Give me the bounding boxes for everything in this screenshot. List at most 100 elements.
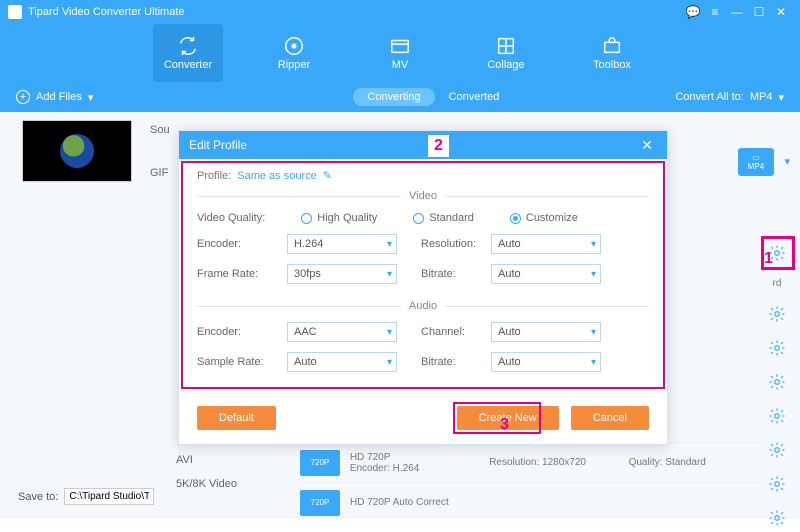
sub-toolbar: + Add Files ▾ Converting Converted Conve… — [0, 82, 800, 112]
dialog-footer: Default Create New Cancel — [179, 396, 667, 444]
tab-mv[interactable]: MV — [365, 24, 435, 82]
channel-select[interactable]: Auto — [491, 322, 601, 342]
tab-ripper[interactable]: Ripper — [259, 24, 329, 82]
dialog-title: Edit Profile — [189, 138, 247, 152]
gear-icon[interactable] — [768, 407, 786, 425]
plus-icon: + — [16, 90, 30, 104]
maximize-button[interactable]: ☐ — [748, 3, 770, 21]
source-label: Sou — [150, 124, 170, 136]
gear-icon[interactable] — [768, 373, 786, 391]
feedback-icon[interactable]: 💬 — [682, 3, 704, 21]
rd-suffix: rd — [773, 278, 782, 289]
tab-toolbox[interactable]: Toolbox — [577, 24, 647, 82]
preset-row[interactable]: 720P HD 720PEncoder: H.264 Resolution: 1… — [300, 442, 758, 482]
radio-customize[interactable]: Customize — [510, 212, 578, 224]
radio-standard[interactable]: Standard — [413, 212, 474, 224]
gear-icon[interactable] — [768, 305, 786, 323]
tab-converting[interactable]: Converting — [353, 88, 434, 106]
cancel-button[interactable]: Cancel — [571, 406, 649, 430]
radio-high-quality[interactable]: High Quality — [301, 212, 377, 224]
default-button[interactable]: Default — [197, 406, 276, 430]
profile-row: Profile: Same as source ✎ — [197, 169, 649, 182]
convert-all-label: Convert All to: — [675, 91, 743, 103]
samplerate-select[interactable]: Auto — [287, 352, 397, 372]
annotation-1: 1 — [764, 250, 773, 268]
resolution-select[interactable]: Auto — [491, 234, 601, 254]
edit-name-icon[interactable]: ✎ — [323, 169, 332, 182]
gear-column: rd — [768, 244, 786, 527]
collage-icon — [495, 35, 517, 57]
bitrate-label: Bitrate: — [421, 268, 491, 280]
preset-title: HD 720P Auto Correct — [350, 497, 480, 508]
encoder-label: Encoder: — [197, 326, 287, 338]
category-avi[interactable]: AVI — [166, 448, 296, 472]
app-logo-icon — [8, 5, 22, 19]
gear-icon[interactable] — [768, 509, 786, 527]
close-button[interactable]: ✕ — [770, 3, 792, 21]
film-icon: ▭ — [752, 153, 760, 162]
preset-resolution: Resolution: 1280x720 — [489, 457, 618, 468]
toolbox-icon — [601, 35, 623, 57]
video-bitrate-select[interactable]: Auto — [491, 264, 601, 284]
annotation-2: 2 — [428, 135, 449, 157]
save-to-row: Save to: — [18, 488, 154, 505]
preset-quality: Quality: Standard — [629, 457, 758, 468]
minimize-button[interactable]: — — [726, 3, 748, 21]
preset-row[interactable]: 720P HD 720P Auto Correct — [300, 482, 758, 522]
save-to-input[interactable] — [64, 488, 154, 505]
gear-icon[interactable] — [768, 441, 786, 459]
gear-icon[interactable] — [768, 339, 786, 357]
title-bar: Tipard Video Converter Ultimate 💬 ≡ — ☐ … — [0, 0, 800, 24]
resolution-label: Resolution: — [421, 238, 491, 250]
audio-bitrate-select[interactable]: Auto — [491, 352, 601, 372]
add-files-label: Add Files — [36, 91, 82, 103]
category-list: AVI 5K/8K Video — [166, 448, 296, 496]
save-to-label: Save to: — [18, 491, 58, 503]
dialog-header: Edit Profile ✕ — [179, 131, 667, 159]
add-files-button[interactable]: + Add Files ▾ — [16, 90, 93, 104]
audio-encoder-select[interactable]: AAC — [287, 322, 397, 342]
profile-value: Same as source — [237, 170, 316, 182]
chevron-down-icon: ▾ — [88, 91, 94, 104]
video-thumbnail[interactable] — [22, 120, 132, 182]
tab-collage[interactable]: Collage — [471, 24, 541, 82]
channel-label: Channel: — [421, 326, 491, 338]
video-legend: Video — [401, 190, 445, 202]
tab-converter[interactable]: Converter — [153, 24, 223, 82]
video-quality-label: Video Quality: — [197, 212, 265, 224]
output-format-button[interactable]: ▭ MP4 ▾ — [738, 148, 774, 176]
framerate-label: Frame Rate: — [197, 268, 287, 280]
tab-label: Ripper — [278, 59, 310, 71]
tab-label: Collage — [487, 59, 524, 71]
tab-label: Converter — [164, 59, 212, 71]
audio-legend: Audio — [401, 300, 445, 312]
mv-icon — [389, 35, 411, 57]
preset-list: 720P HD 720PEncoder: H.264 Resolution: 1… — [300, 442, 758, 522]
gear-icon[interactable] — [768, 475, 786, 493]
samplerate-label: Sample Rate: — [197, 356, 287, 368]
chevron-down-icon[interactable]: ▾ — [784, 155, 790, 168]
earth-icon — [60, 134, 94, 168]
edit-profile-dialog: Edit Profile ✕ Profile: Same as source ✎… — [178, 130, 668, 445]
main-toolbar: Converter Ripper MV Collage Toolbox — [0, 24, 800, 82]
category-5k8k[interactable]: 5K/8K Video — [166, 472, 296, 496]
encoder-label: Encoder: — [197, 238, 287, 250]
convert-all-dropdown[interactable]: Convert All to: MP4 ▾ — [675, 91, 784, 104]
video-section: Video Video Quality: High Quality Standa… — [197, 190, 649, 294]
preset-sub: Encoder: H.264 — [350, 463, 479, 474]
video-encoder-select[interactable]: H.264 — [287, 234, 397, 254]
preset-badge: 720P — [300, 450, 340, 476]
bitrate-label: Bitrate: — [421, 356, 491, 368]
framerate-select[interactable]: 30fps — [287, 264, 397, 284]
app-title: Tipard Video Converter Ultimate — [28, 6, 185, 18]
tab-label: Toolbox — [593, 59, 631, 71]
profile-label: Profile: — [197, 170, 231, 182]
preset-title: HD 720P — [350, 452, 479, 463]
ripper-icon — [283, 35, 305, 57]
dialog-close-button[interactable]: ✕ — [637, 137, 657, 154]
tab-converted[interactable]: Converted — [435, 88, 514, 106]
mp4-text: MP4 — [748, 162, 764, 171]
gif-label: GIF — [150, 167, 168, 179]
menu-icon[interactable]: ≡ — [704, 3, 726, 21]
audio-section: Audio Encoder: AAC Channel: Auto Sample … — [197, 300, 649, 382]
